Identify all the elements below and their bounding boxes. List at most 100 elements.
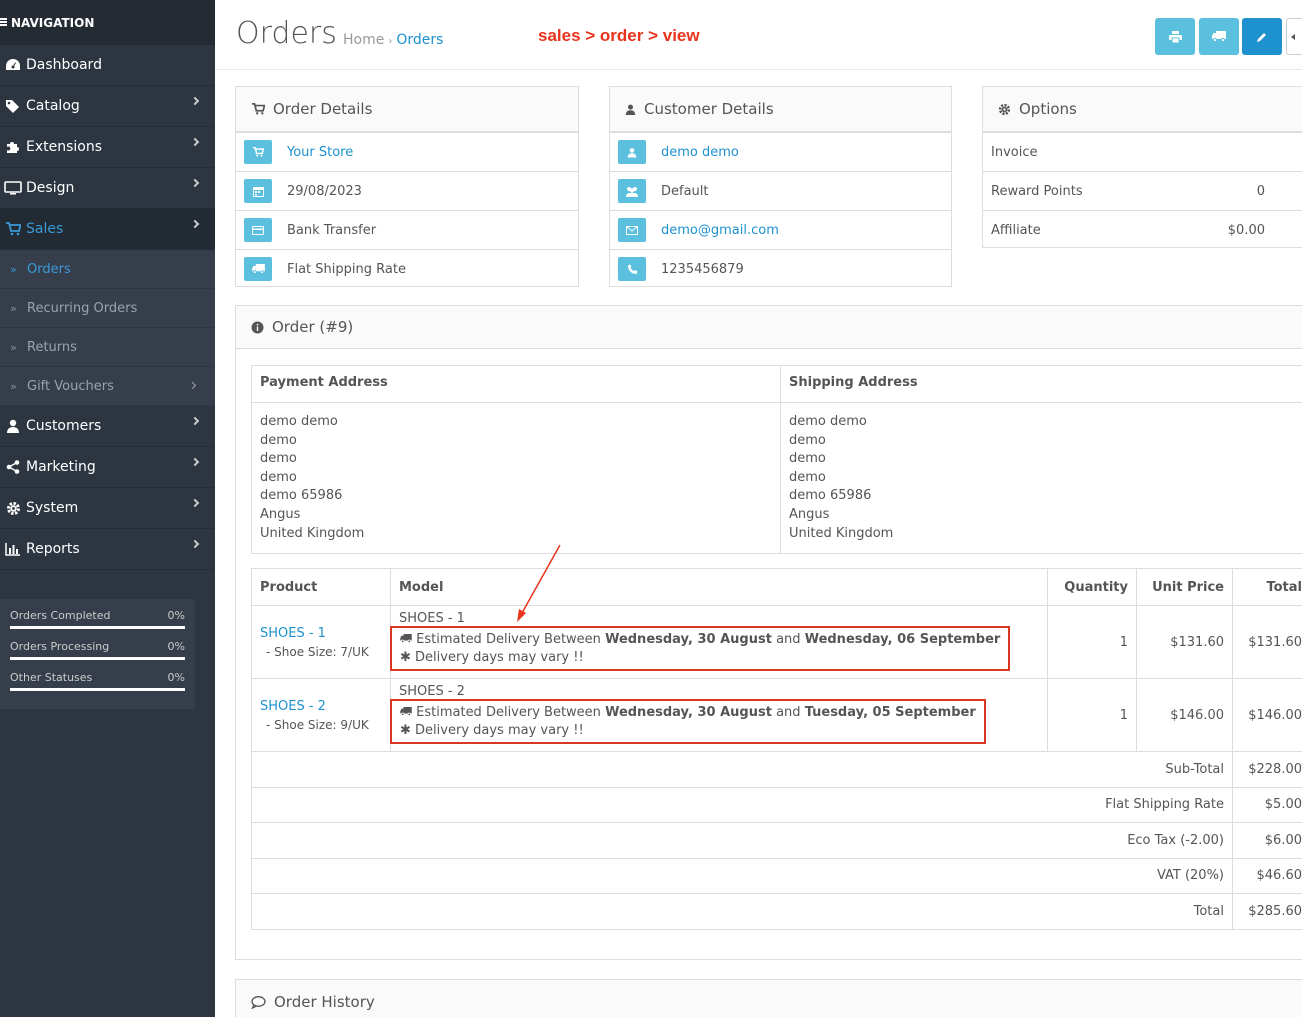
store-link[interactable]: Your Store: [287, 145, 353, 160]
totals-value: $228.00: [1232, 751, 1302, 788]
double-chevron-icon: »: [10, 262, 17, 276]
payment-address-header: Payment Address: [251, 365, 781, 403]
delivery-date-to: Tuesday, 05 September: [804, 704, 976, 720]
estimated-delivery-line: Estimated Delivery Between Wednesday, 30…: [400, 704, 976, 722]
product-option: - Shoe Size: 7/UK: [266, 644, 369, 659]
customer-phone: 1235456879: [661, 261, 744, 277]
stat-other-statuses: Other Statuses 0%: [10, 671, 185, 691]
order-panel: Order (#9) Payment Address Shipping Addr…: [235, 305, 1302, 960]
address-line: demo 65986: [260, 488, 343, 504]
sidebar-item-dashboard[interactable]: Dashboard: [0, 45, 215, 86]
info-circle-icon: [251, 321, 264, 333]
sidebar-item-label: Design: [26, 180, 75, 196]
totals-row: Total $285.60: [251, 893, 1302, 930]
sidebar-item-system[interactable]: System: [0, 488, 215, 529]
sidebar-item-catalog[interactable]: Catalog: [0, 86, 215, 127]
affiliate-label: Affiliate: [991, 222, 1041, 238]
print-invoice-button[interactable]: [1155, 18, 1195, 55]
truck-icon: [1212, 31, 1226, 42]
sidebar-subitem-orders[interactable]: » Orders: [0, 250, 215, 289]
model-cell: SHOES - 1 Estimated Delivery Between Wed…: [390, 605, 1048, 679]
delivery-note-line: ✱ Delivery days may vary !!: [400, 649, 1000, 667]
sidebar-item-reports[interactable]: Reports: [0, 529, 215, 570]
totals-row: Flat Shipping Rate $5.00: [251, 786, 1302, 823]
panel-heading: Options: [983, 87, 1302, 132]
sidebar-item-label: Reports: [26, 541, 80, 557]
date-row: 29/08/2023: [236, 171, 578, 210]
unit-price-cell: $131.60: [1136, 605, 1233, 679]
annotation-path: sales > order > view: [538, 26, 700, 45]
sidebar-item-design[interactable]: Design: [0, 168, 215, 209]
sidebar-subitem-recurring-orders[interactable]: » Recurring Orders: [0, 289, 215, 328]
totals-row: Eco Tax (-2.00) $6.00: [251, 822, 1302, 859]
sidebar-item-customers[interactable]: Customers: [0, 406, 215, 447]
store-row: Your Store: [236, 132, 578, 171]
totals-label: Total: [251, 893, 1233, 930]
total-cell: $146.00: [1232, 678, 1302, 752]
reward-points-row: Reward Points 0: [983, 171, 1302, 210]
sidebar-item-extensions[interactable]: Extensions: [0, 127, 215, 168]
breadcrumb: Home › Orders: [343, 32, 443, 48]
product-cell: SHOES - 1 - Shoe Size: 7/UK: [251, 605, 391, 679]
breadcrumb-separator-icon: ›: [388, 36, 393, 47]
reward-points-value: 0: [1256, 183, 1265, 199]
delivery-prefix: Estimated Delivery Between: [416, 704, 601, 720]
page-title: Orders: [236, 16, 337, 51]
address-line: demo: [260, 451, 297, 467]
sidebar-subitem-gift-vouchers[interactable]: » Gift Vouchers: [0, 367, 215, 406]
totals-row: VAT (20%) $46.60: [251, 857, 1302, 894]
address-line: United Kingdom: [260, 525, 365, 541]
truck-icon: [400, 706, 412, 716]
stat-orders-processing: Orders Processing 0%: [10, 640, 185, 660]
quantity-cell: 1: [1047, 605, 1137, 679]
order-details-panel: Order Details Your Store 29/08/2023 Bank…: [235, 86, 579, 287]
share-icon: [0, 460, 26, 474]
customer-group-row: Default: [610, 171, 951, 210]
delivery-and: and: [776, 704, 801, 720]
sidebar-item-sales[interactable]: Sales: [0, 209, 215, 250]
sidebar-item-label: Extensions: [26, 139, 103, 155]
calendar-icon: [244, 179, 272, 203]
address-line: demo demo: [789, 414, 867, 429]
breadcrumb-home[interactable]: Home: [343, 32, 384, 48]
product-link[interactable]: SHOES - 2: [260, 699, 382, 714]
phone-icon: [618, 257, 646, 281]
sidebar-subitem-label: Recurring Orders: [27, 300, 138, 316]
panel-title: Customer Details: [644, 100, 774, 118]
asterisk-icon: ✱: [400, 722, 411, 738]
envelope-icon: [618, 218, 646, 242]
totals-label: Eco Tax (-2.00): [251, 822, 1233, 859]
menu-icon[interactable]: [0, 2, 8, 44]
panel-title: Order Details: [273, 100, 373, 118]
edit-button[interactable]: [1242, 18, 1282, 55]
sidebar-item-marketing[interactable]: Marketing: [0, 447, 215, 488]
customer-email-link[interactable]: demo@gmail.com: [661, 223, 779, 238]
cog-icon: [998, 103, 1011, 115]
customer-email-row: demo@gmail.com: [610, 210, 951, 249]
sidebar-item-label: System: [26, 500, 79, 516]
store-icon: [244, 140, 272, 164]
back-button[interactable]: [1286, 18, 1302, 55]
quantity-cell: 1: [1047, 678, 1137, 752]
customer-name-link[interactable]: demo demo: [661, 145, 739, 160]
invoice-row: Invoice: [983, 132, 1302, 171]
sidebar-subitem-returns[interactable]: » Returns: [0, 328, 215, 367]
table-row: SHOES - 2 - Shoe Size: 9/UK SHOES - 2 Es…: [251, 678, 1302, 752]
breadcrumb-orders[interactable]: Orders: [396, 32, 443, 48]
totals-row: Sub-Total $228.00: [251, 751, 1302, 788]
product-link[interactable]: SHOES - 1: [260, 626, 382, 641]
user-icon: [625, 104, 636, 115]
shipping-address-header: Shipping Address: [780, 365, 1302, 403]
order-stats: Orders Completed 0% Orders Processing 0% O…: [0, 599, 195, 709]
address-line: demo: [789, 469, 826, 485]
address-line: demo: [789, 451, 826, 467]
sidebar-subitem-label: Gift Vouchers: [27, 378, 114, 394]
nav-heading: NAVIGATION: [0, 0, 215, 45]
column-header-unit-price: Unit Price: [1136, 568, 1233, 606]
order-date: 29/08/2023: [287, 183, 362, 199]
address-line: demo: [260, 469, 297, 485]
double-chevron-icon: »: [10, 340, 17, 354]
payment-method: Bank Transfer: [287, 222, 377, 238]
cart-icon: [252, 103, 265, 115]
print-shipping-button[interactable]: [1199, 18, 1239, 55]
